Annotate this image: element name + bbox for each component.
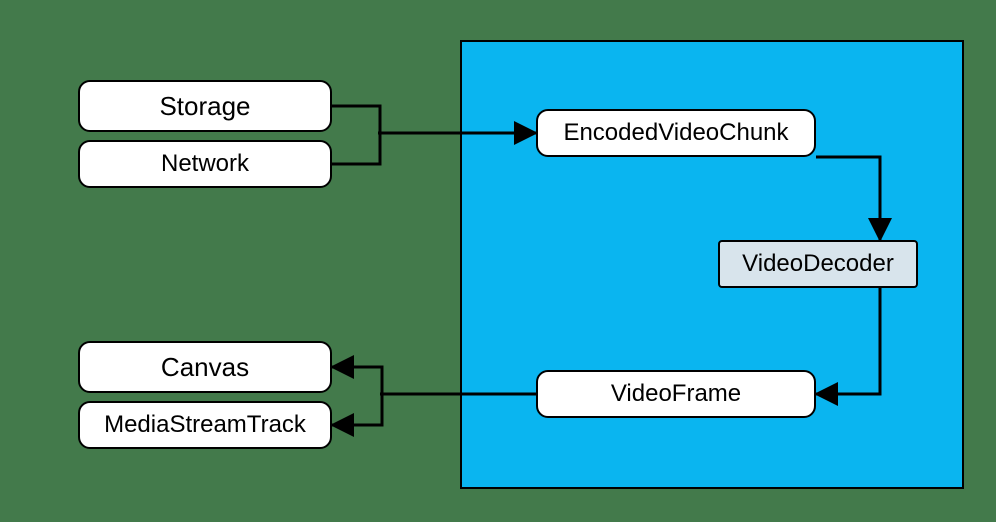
- node-video-frame: VideoFrame: [536, 370, 816, 418]
- node-mst: MediaStreamTrack: [78, 401, 332, 449]
- node-canvas-label: Canvas: [161, 352, 249, 383]
- node-storage-label: Storage: [159, 91, 250, 122]
- node-network: Network: [78, 140, 332, 188]
- node-video-decoder: VideoDecoder: [718, 240, 918, 288]
- node-encoded-chunk: EncodedVideoChunk: [536, 109, 816, 157]
- node-encoded-chunk-label: EncodedVideoChunk: [563, 119, 788, 147]
- diagram-stage: Storage Network EncodedVideoChunk VideoD…: [0, 0, 996, 522]
- node-canvas: Canvas: [78, 341, 332, 393]
- node-mst-label: MediaStreamTrack: [104, 411, 306, 439]
- node-storage: Storage: [78, 80, 332, 132]
- node-video-decoder-label: VideoDecoder: [742, 250, 894, 278]
- node-video-frame-label: VideoFrame: [611, 380, 741, 408]
- node-network-label: Network: [161, 150, 249, 178]
